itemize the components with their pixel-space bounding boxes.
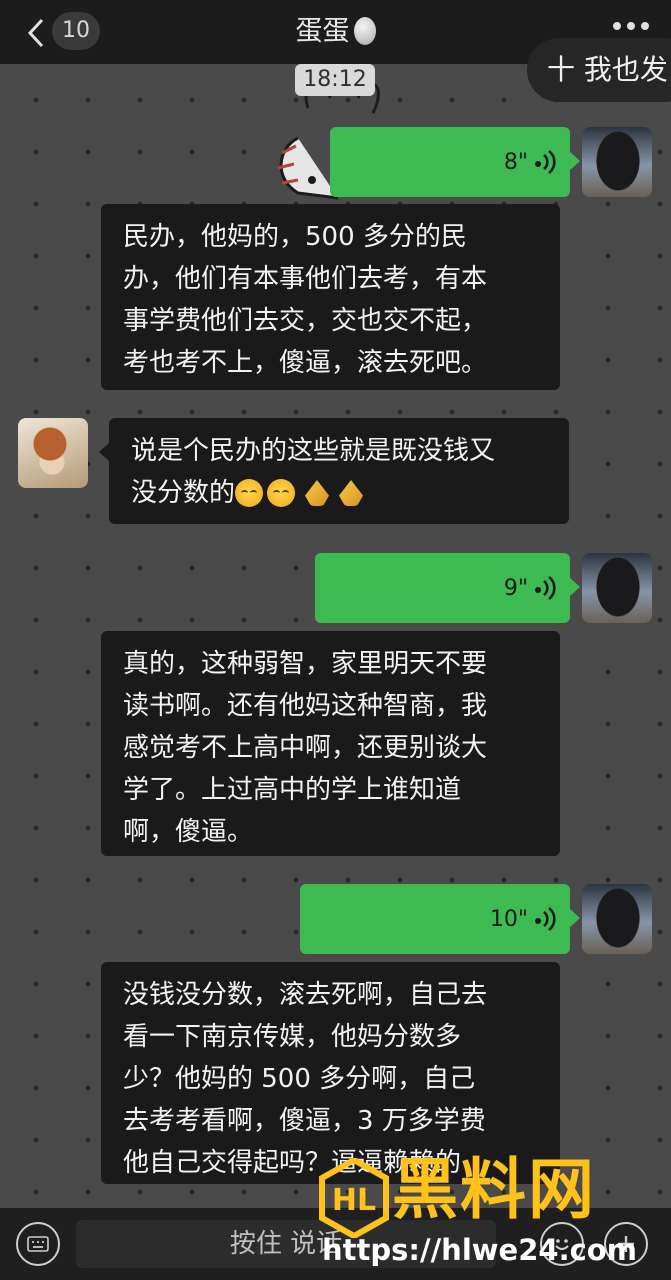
message-text-line: 没分数的	[131, 478, 236, 508]
voice-wave-icon	[535, 575, 556, 601]
chat-title-text: 蛋蛋	[295, 16, 350, 47]
incoming-text-bubble[interactable]: 说是个民办的这些就是既没钱又 没分数的	[99, 418, 569, 524]
crying-laughing-emoji-icon	[267, 479, 296, 507]
voice-duration: 10"	[489, 906, 528, 932]
transcription-line: 少？他妈的 500 多分啊，自己	[123, 1064, 476, 1094]
voice-transcription-box: 民办，他妈的，500 多分的民 办，他们有本事他们去考，有本 事学费他们去交，交…	[101, 204, 560, 390]
transcription-line: 考也考不上，傻逼，滚去死吧。	[123, 348, 488, 378]
voice-duration: 9"	[503, 575, 528, 601]
transcription-line: 民办，他妈的，500 多分的民	[123, 222, 467, 252]
transcription-line: 办，他们有本事他们去考，有本	[123, 264, 488, 294]
watermark-logo-icon: HL	[319, 1158, 389, 1238]
transcription-line: 真的，这种弱智，家里明天不要	[123, 649, 488, 679]
watermark-url: https://hlwe24.com	[322, 1233, 637, 1267]
message-timestamp: 18:12	[295, 64, 375, 96]
self-avatar[interactable]	[582, 884, 652, 954]
more-options-icon[interactable]	[613, 22, 649, 30]
transcription-line: 学了。上过高中的学上谁知道	[123, 775, 462, 805]
transcription-line: 事学费他们去交，交也交不起，	[123, 306, 488, 336]
contact-avatar[interactable]	[18, 418, 88, 488]
voice-duration: 8"	[503, 149, 528, 175]
voice-message-bubble[interactable]: 8"	[330, 127, 580, 197]
egg-emoji-icon	[353, 17, 376, 45]
folded-hands-emoji-icon	[339, 480, 364, 506]
transcription-line: 读书啊。还有他妈这种智商，我	[123, 691, 488, 721]
me-too-post-button[interactable]: 十 我也发	[527, 38, 671, 102]
voice-message-bubble[interactable]: 10"	[300, 884, 580, 954]
crying-laughing-emoji-icon	[235, 479, 264, 507]
folded-hands-emoji-icon	[305, 480, 330, 506]
transcription-line: 没钱没分数，滚去死啊，自己去	[123, 980, 488, 1010]
voice-transcription-box: 真的，这种弱智，家里明天不要 读书啊。还有他妈这种智商，我 感觉考不上高中啊，还…	[101, 631, 560, 856]
watermark-brand: 黑料网	[392, 1151, 596, 1228]
self-avatar[interactable]	[582, 127, 652, 197]
watermark-logo-text: HL	[332, 1183, 376, 1218]
transcription-line: 看一下南京传媒，他妈分数多	[123, 1022, 462, 1052]
voice-wave-icon	[535, 149, 556, 175]
voice-message-bubble[interactable]: 9"	[315, 553, 580, 623]
message-text-line: 说是个民办的这些就是既没钱又	[131, 436, 496, 466]
keyboard-icon[interactable]	[16, 1222, 60, 1266]
transcription-line: 感觉考不上高中啊，还更别谈大	[123, 733, 488, 763]
voice-wave-icon	[535, 906, 556, 932]
self-avatar[interactable]	[582, 553, 652, 623]
transcription-line: 去考考看啊，傻逼，3 万多学费	[123, 1106, 486, 1136]
transcription-line: 啊，傻逼。	[123, 817, 254, 847]
